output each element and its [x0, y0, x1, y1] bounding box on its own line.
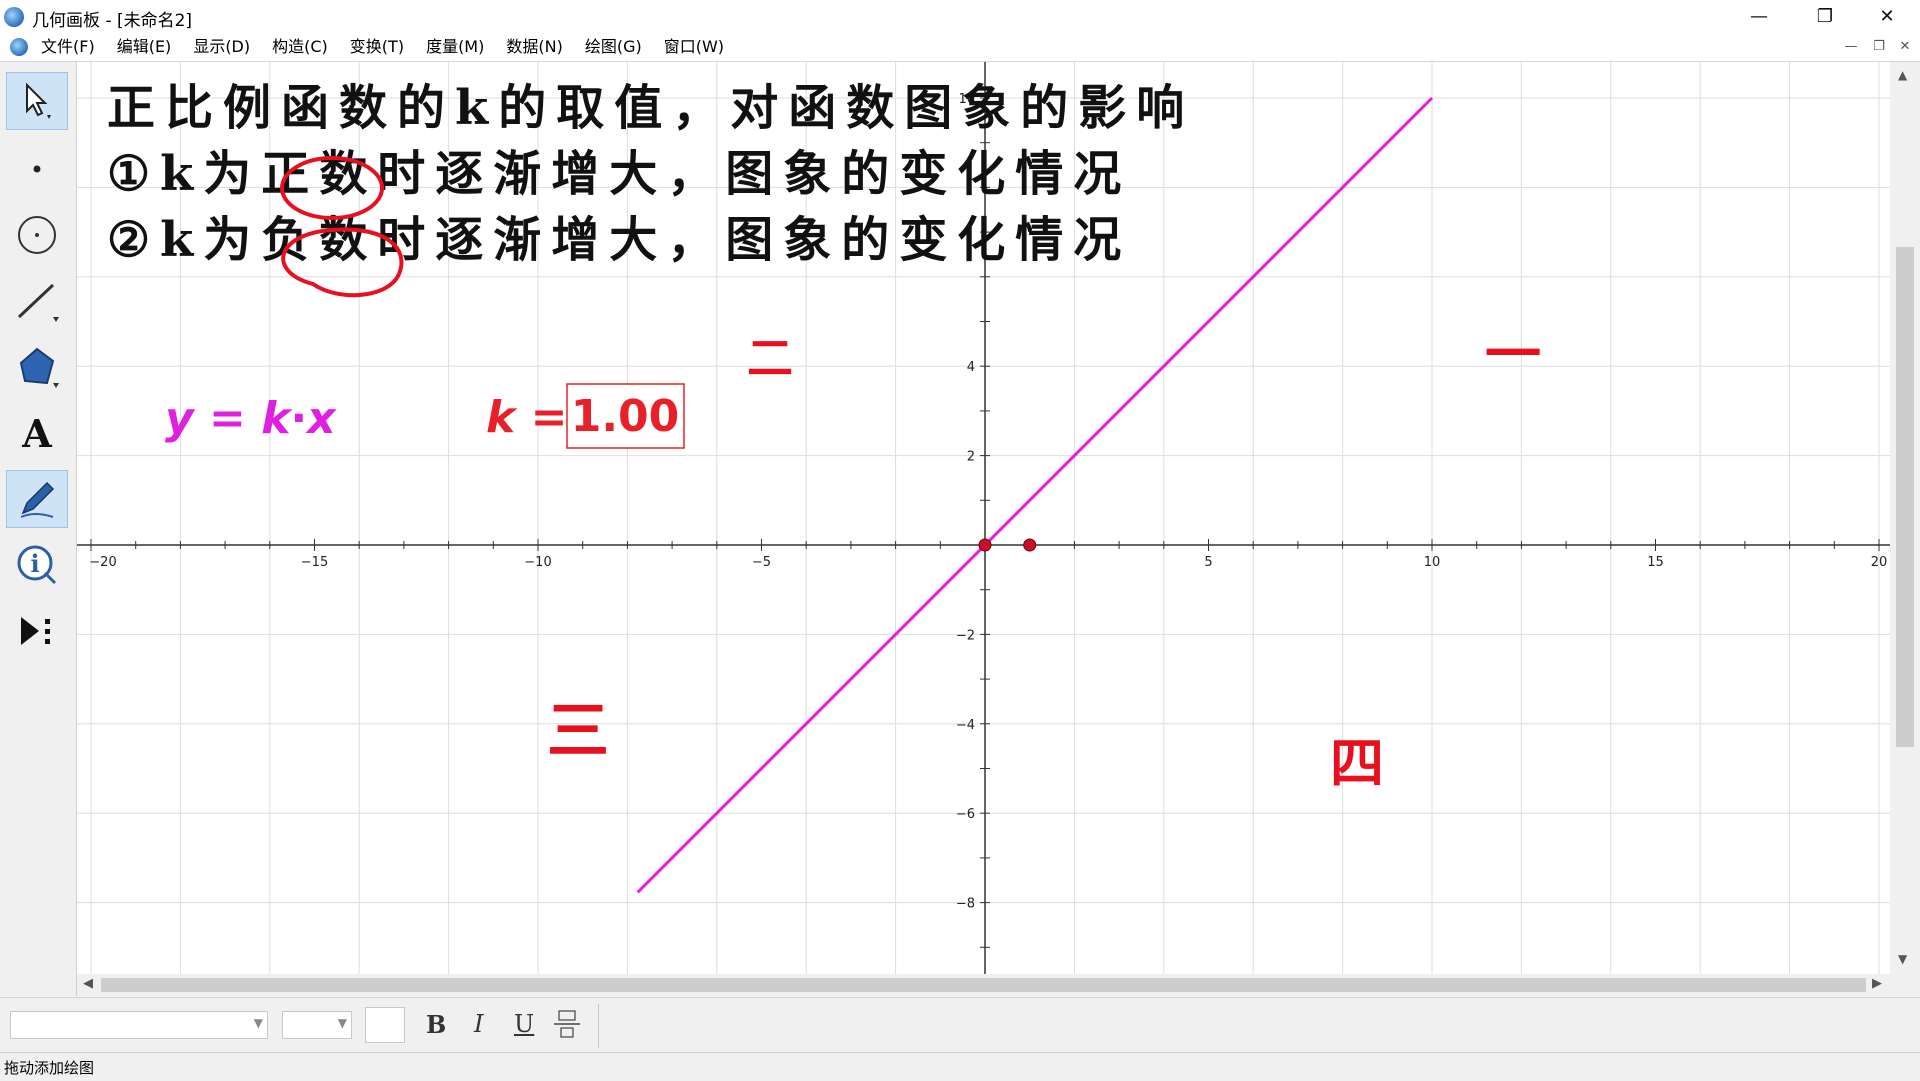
info-icon: i	[17, 545, 57, 585]
vertical-scrollbar[interactable]: ▲ ▼	[1890, 62, 1920, 974]
x-tick-label: 20	[1871, 555, 1888, 570]
point-icon	[33, 165, 41, 173]
y-tick-label: −8	[956, 897, 975, 912]
text-tool[interactable]: A	[6, 404, 68, 462]
x-tick-label: 10	[1424, 555, 1441, 570]
polygon-icon	[19, 347, 59, 388]
y-tick-label: −6	[956, 807, 975, 822]
menu-construct[interactable]: 构造(C)	[261, 33, 339, 61]
custom-tool[interactable]	[6, 602, 68, 660]
marker-tool[interactable]	[6, 470, 68, 528]
compass-tool[interactable]	[6, 206, 68, 264]
close-button[interactable]: ✕	[1854, 0, 1920, 33]
menu-transform[interactable]: 变换(T)	[339, 33, 415, 61]
segment-icon	[17, 283, 59, 322]
x-tick-label: 15	[1647, 555, 1664, 570]
unit-point[interactable]	[1023, 538, 1037, 552]
custom-tool-icon	[21, 617, 50, 645]
arrow-icon	[26, 82, 51, 119]
point-tool[interactable]	[6, 140, 68, 198]
quadrant-one-label: 一	[1485, 323, 1541, 388]
scroll-up-icon[interactable]: ▲	[1898, 68, 1907, 82]
x-tick-label: −15	[301, 555, 328, 570]
menu-edit[interactable]: 编辑(E)	[106, 33, 183, 61]
font-size-select[interactable]: ▼	[282, 1011, 352, 1039]
sketch-canvas[interactable]: −20 −15 −10 −5 5 10 15 20 10 4 2 −2 −4 −…	[77, 62, 1890, 974]
menu-file[interactable]: 文件(F)	[30, 33, 106, 61]
quadrant-two-label: 二	[747, 331, 793, 385]
x-tick-label: −20	[89, 555, 116, 570]
menu-measure[interactable]: 度量(M)	[415, 33, 495, 61]
menu-window[interactable]: 窗口(W)	[653, 33, 735, 61]
underline-button[interactable]: U	[514, 1010, 534, 1038]
straightedge-tool[interactable]	[6, 272, 68, 330]
y-tick-label: 2	[967, 450, 975, 465]
app-icon	[4, 7, 24, 27]
function-equation[interactable]: y = k·x	[165, 393, 337, 444]
pen-icon	[20, 481, 55, 518]
doc-minimize-button[interactable]: —	[1840, 37, 1862, 57]
y-tick-label: −4	[956, 718, 975, 733]
document-icon[interactable]	[10, 38, 28, 56]
format-divider	[598, 1004, 599, 1048]
quadrant-three-label: 三	[547, 694, 609, 767]
coordinate-plane[interactable]: −20 −15 −10 −5 5 10 15 20 10 4 2 −2 −4 −…	[77, 62, 1890, 974]
toolbox: A i	[0, 62, 77, 996]
origin-point[interactable]	[978, 538, 992, 552]
doc-close-button[interactable]: ✕	[1894, 37, 1916, 57]
chevron-down-icon: ▼	[337, 1016, 347, 1030]
text-icon: A	[21, 411, 52, 455]
scroll-left-icon[interactable]: ◀	[83, 976, 93, 991]
title-line-1: 正比例函数的k的取值，对函数图象的影响	[107, 80, 1194, 136]
circle-icon	[18, 216, 56, 254]
font-select[interactable]: ▼	[10, 1011, 268, 1039]
menu-graph[interactable]: 绘图(G)	[574, 33, 653, 61]
quadrant-four-label: 四	[1330, 732, 1384, 795]
scroll-right-icon[interactable]: ▶	[1872, 976, 1882, 991]
math-format-icon[interactable]	[550, 1008, 584, 1046]
horizontal-scrollbar[interactable]: ◀ ▶	[77, 974, 1890, 996]
polygon-tool[interactable]	[6, 338, 68, 396]
window-title: 几何画板 - [未命名2]	[32, 11, 193, 31]
title-line-2: ①k为正数时逐渐增大，图象的变化情况	[107, 146, 1131, 202]
x-tick-label: 5	[1204, 555, 1212, 570]
menu-display[interactable]: 显示(D)	[182, 33, 261, 61]
title-line-3: ②k为负数时逐渐增大，图象的变化情况	[107, 212, 1131, 268]
y-tick-label: −2	[956, 628, 975, 643]
information-tool[interactable]: i	[6, 536, 68, 594]
parameter-label[interactable]: k =	[486, 392, 567, 443]
text-color-button[interactable]	[365, 1007, 405, 1043]
parameter-value[interactable]: 1.00	[571, 391, 680, 442]
status-text: 拖动添加绘图	[4, 1059, 95, 1077]
menu-data[interactable]: 数据(N)	[495, 33, 573, 61]
restore-button[interactable]: ❐	[1792, 0, 1858, 33]
doc-restore-button[interactable]: ❐	[1868, 37, 1890, 57]
arrow-tool[interactable]	[6, 72, 68, 130]
chevron-down-icon: ▼	[253, 1016, 263, 1030]
fraction-icon	[554, 1010, 580, 1038]
x-tick-label: −5	[752, 555, 771, 570]
menu-bar: 文件(F) 编辑(E) 显示(D) 构造(C) 变换(T) 度量(M) 数据(N…	[0, 33, 1920, 62]
horizontal-scroll-thumb[interactable]	[101, 978, 1866, 992]
vertical-scroll-thumb[interactable]	[1896, 247, 1914, 747]
title-bar: 几何画板 - [未命名2] — ❐ ✕	[0, 0, 1920, 33]
svg-text:i: i	[30, 549, 39, 578]
bold-button[interactable]: B	[426, 1010, 446, 1039]
text-format-bar: ▼ ▼	[0, 997, 1920, 1052]
y-tick-label: 4	[967, 360, 975, 375]
svg-text:A: A	[21, 411, 52, 455]
x-tick-label: −10	[524, 555, 551, 570]
scroll-down-icon[interactable]: ▼	[1898, 952, 1907, 966]
italic-button[interactable]: I	[474, 1010, 483, 1038]
status-bar: 拖动添加绘图	[0, 1052, 1920, 1081]
minimize-button[interactable]: —	[1726, 0, 1792, 33]
